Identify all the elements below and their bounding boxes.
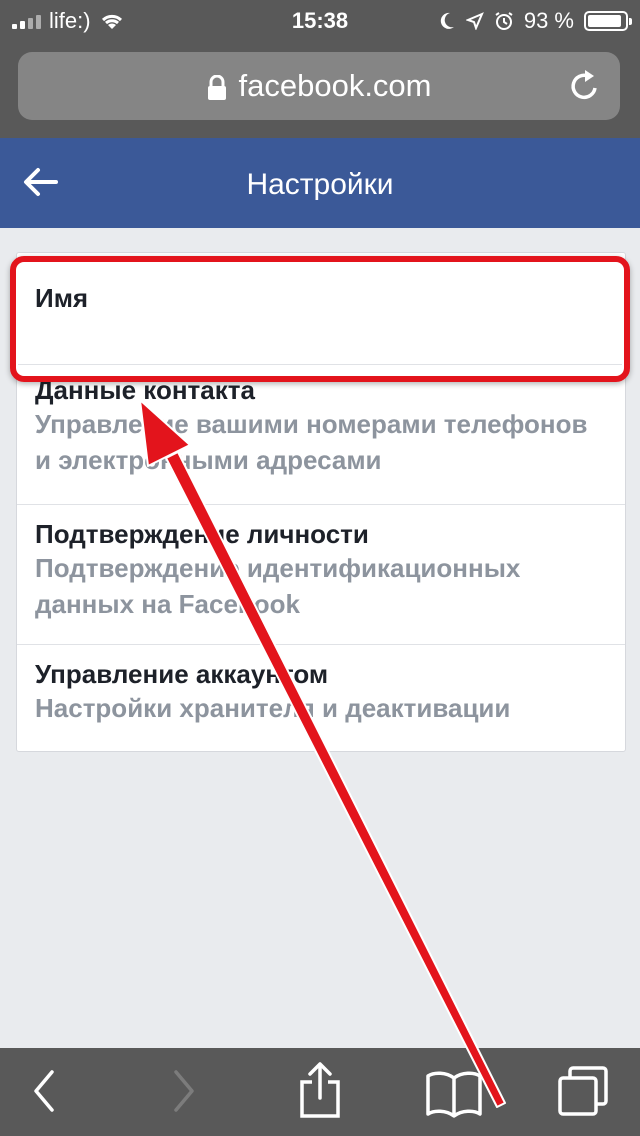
location-icon	[465, 12, 484, 30]
battery-icon	[584, 11, 632, 31]
page-title: Настройки	[246, 168, 394, 201]
tabs-icon[interactable]	[556, 1064, 610, 1118]
moon-icon	[440, 12, 454, 29]
url-text: facebook.com	[238, 68, 432, 103]
browser-toolbar	[0, 1048, 640, 1136]
url-display[interactable]: facebook.com	[18, 68, 620, 104]
settings-item-label: Управление аккаунтом	[35, 659, 329, 689]
reload-icon[interactable]	[568, 68, 602, 104]
highlight-frame	[10, 256, 630, 382]
settings-item-contacts[interactable]: Данные контакта Управление вашими номера…	[17, 365, 625, 505]
chevron-left-icon[interactable]	[30, 1066, 58, 1116]
settings-item-identity[interactable]: Подтверждение личности Подтверждение иде…	[17, 505, 625, 645]
settings-item-description: Управление вашими номерами телефонов и э…	[35, 409, 588, 475]
alarm-icon	[495, 12, 513, 30]
address-bar[interactable]: facebook.com	[18, 52, 620, 120]
battery-level	[588, 15, 622, 27]
battery-percent: 93 %	[523, 8, 574, 33]
settings-item-label: Подтверждение личности	[35, 519, 369, 549]
settings-item-description: Настройки хранителя и деактивации	[35, 693, 511, 723]
status-right: 93 %	[438, 8, 632, 34]
browser-chrome: life:) 15:38 93 % facebook.com	[0, 0, 640, 138]
status-bar: life:) 15:38 93 %	[0, 0, 640, 40]
chevron-right-icon[interactable]	[170, 1066, 198, 1116]
settings-header: Настройки	[0, 138, 640, 228]
book-icon[interactable]	[424, 1068, 484, 1118]
lock-icon	[207, 74, 226, 100]
settings-item-account[interactable]: Управление аккаунтом Настройки хранителя…	[17, 645, 625, 751]
share-icon[interactable]	[298, 1060, 342, 1120]
settings-item-description: Подтверждение идентификационных данных н…	[35, 553, 521, 619]
